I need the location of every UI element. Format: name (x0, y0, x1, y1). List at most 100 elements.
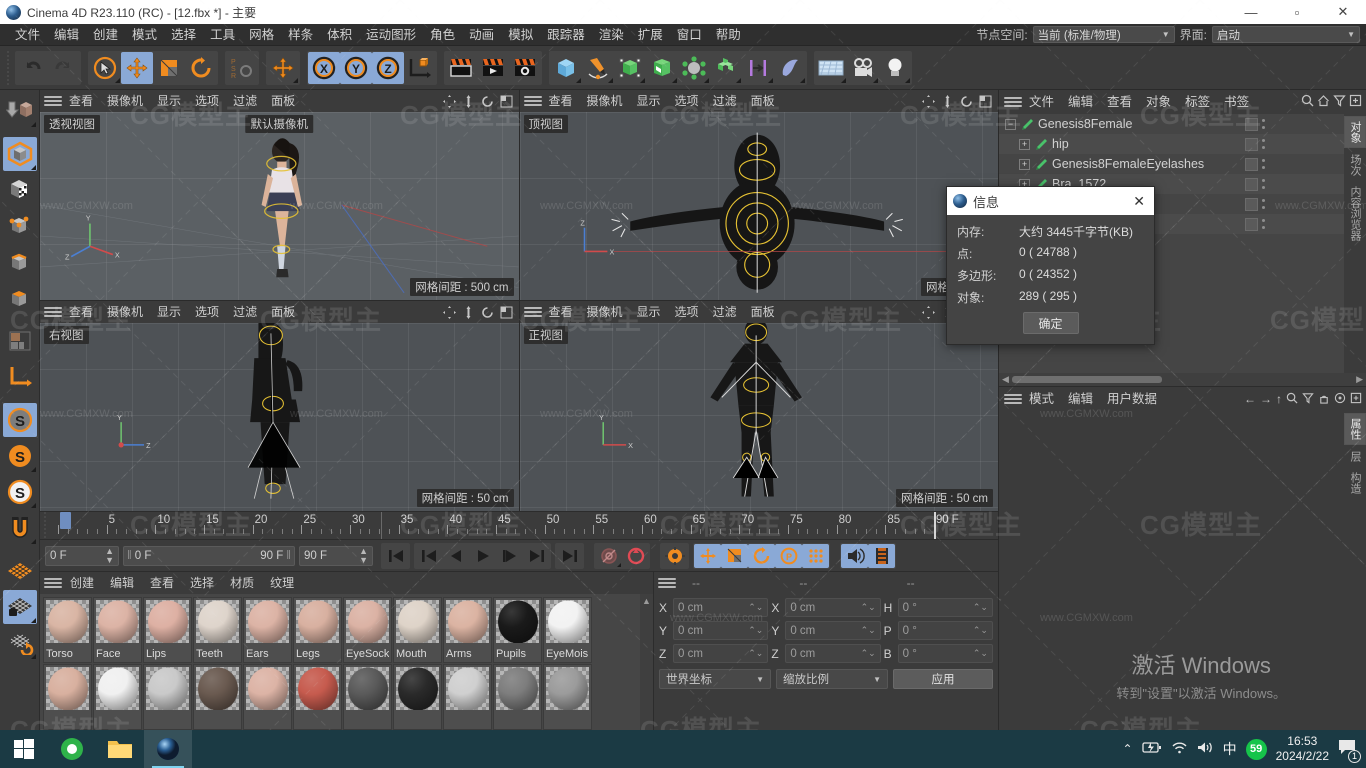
pan-icon[interactable] (441, 93, 458, 110)
key-rotation-button[interactable] (748, 543, 775, 568)
rotate-view-icon[interactable] (958, 93, 975, 110)
material-swatch[interactable] (243, 664, 292, 730)
object-tree-row[interactable]: + hip (999, 134, 1344, 154)
menu-animation[interactable]: 动画 (462, 24, 501, 46)
material-swatch[interactable] (43, 664, 92, 730)
menu-mesh[interactable]: 网格 (242, 24, 281, 46)
visibility-dots-icon[interactable] (1261, 177, 1265, 191)
mm-menu-texture[interactable]: 纹理 (262, 572, 302, 594)
scroll-left-icon[interactable]: ◀ (1002, 374, 1009, 385)
coordinate-system-select[interactable]: 世界坐标 ▼ (659, 669, 771, 689)
object-tree-row[interactable]: + Genesis8FemaleEyelashes (999, 154, 1344, 174)
menu-select[interactable]: 选择 (164, 24, 203, 46)
psr-button[interactable]: PSR (226, 52, 258, 84)
hscroll-thumb[interactable] (1011, 376, 1162, 383)
side-tab-objects[interactable]: 对象 (1344, 116, 1366, 148)
vp-menu-filter[interactable]: 过滤 (706, 301, 744, 323)
axis-mode-button[interactable] (3, 360, 37, 394)
om-menu-view[interactable]: 查看 (1100, 90, 1139, 114)
side-tab-content-browser[interactable]: 内容浏览器 (1345, 182, 1365, 245)
goto-prev-key-button[interactable] (415, 544, 442, 568)
workplane-button[interactable] (3, 554, 37, 588)
pos-x-field[interactable]: 0 cm ⌃⌄ (673, 598, 769, 617)
magnet-button[interactable] (3, 511, 37, 545)
material-swatch[interactable]: Teeth (193, 597, 242, 663)
polygon-mode-button[interactable] (3, 281, 37, 315)
home-icon[interactable] (1317, 94, 1330, 110)
target-icon[interactable] (1334, 392, 1346, 407)
goto-next-key-button[interactable] (523, 544, 550, 568)
object-manager-hscroll[interactable]: ◀ ▶ (999, 373, 1366, 386)
play-sound-button[interactable] (841, 543, 868, 568)
tree-expander-icon[interactable]: + (1019, 158, 1030, 170)
menu-spline[interactable]: 样条 (281, 24, 320, 46)
object-tree-row[interactable]: − Genesis8Female (999, 114, 1344, 134)
visibility-dots-icon[interactable] (1261, 197, 1265, 211)
back-arrow-icon[interactable]: ← (1244, 392, 1256, 406)
material-swatch[interactable]: EyeMois (543, 597, 592, 663)
undo-button[interactable] (16, 52, 48, 84)
filter-icon[interactable] (1302, 392, 1314, 407)
point-mode-button[interactable] (3, 209, 37, 243)
pan-icon[interactable] (920, 93, 937, 110)
stepper-icon[interactable]: ⌃⌄ (973, 625, 988, 636)
pos-y-field[interactable]: 0 cm ⌃⌄ (673, 621, 769, 640)
vp-menu-options[interactable]: 选项 (668, 301, 706, 323)
menu-create[interactable]: 创建 (86, 24, 125, 46)
add-layer-icon[interactable] (1349, 94, 1362, 110)
workplane-lock-button[interactable] (2, 590, 37, 624)
mm-menu-edit[interactable]: 编辑 (102, 572, 142, 594)
dolly-icon[interactable] (460, 93, 477, 110)
material-swatch[interactable] (443, 664, 492, 730)
tree-expander-icon[interactable]: + (1019, 138, 1030, 150)
y-axis-lock-button[interactable]: Y (340, 51, 372, 84)
stepper-icon[interactable]: ⌃⌄ (973, 602, 988, 613)
side-tab-structure[interactable]: 构造 (1345, 468, 1365, 498)
deformer-button[interactable] (678, 52, 710, 84)
close-button[interactable]: ✕ (1320, 0, 1366, 24)
vp-menu-options[interactable]: 选项 (188, 90, 226, 112)
current-frame-field[interactable]: 0 F ▲ ▼ (45, 545, 119, 566)
rot-p-field[interactable]: 0 ° ⌃⌄ (897, 621, 993, 640)
side-tab-layers[interactable]: 层 (1345, 447, 1365, 466)
size-z-field[interactable]: 0 cm ⌃⌄ (785, 644, 881, 663)
info-dialog-close-button[interactable]: ✕ (1130, 193, 1148, 210)
material-swatch[interactable]: Lips (143, 597, 192, 663)
visibility-dots-icon[interactable] (1261, 157, 1265, 171)
stepper-icon[interactable]: ⌃⌄ (973, 648, 988, 659)
vp-menu-camera[interactable]: 摄像机 (100, 90, 150, 112)
visibility-tag[interactable] (1245, 217, 1258, 231)
vp-menu-camera[interactable]: 摄像机 (580, 90, 630, 112)
vp-menu-panel[interactable]: 面板 (264, 301, 302, 323)
menu-file[interactable]: 文件 (8, 24, 47, 46)
menu-tracker[interactable]: 跟踪器 (540, 24, 592, 46)
object-tag-area[interactable] (1245, 217, 1265, 231)
record-keyframe-button[interactable] (622, 544, 649, 568)
material-swatch[interactable]: Mouth (393, 597, 442, 663)
camera-button[interactable] (847, 52, 879, 84)
material-swatch[interactable]: Face (93, 597, 142, 663)
end-frame-field[interactable]: 90 F ▲ ▼ (299, 545, 373, 566)
notification-center-icon[interactable]: 1 (1338, 739, 1361, 763)
menu-edit[interactable]: 编辑 (47, 24, 86, 46)
vp-menu-options[interactable]: 选项 (668, 90, 706, 112)
autokey-button[interactable] (595, 544, 622, 568)
hamburger-icon[interactable] (1004, 392, 1022, 406)
vp-menu-options[interactable]: 选项 (188, 301, 226, 323)
material-swatch[interactable]: EyeSock (343, 597, 392, 663)
mm-menu-create[interactable]: 创建 (62, 572, 102, 594)
preview-range-field[interactable]: ‖ 0 F 90 F ‖ (123, 545, 295, 566)
live-selection-tool-button[interactable] (89, 52, 121, 84)
stepper-icon[interactable]: ⌃⌄ (861, 625, 876, 636)
visibility-dots-icon[interactable] (1261, 117, 1265, 131)
toolbar-grip[interactable] (4, 50, 12, 85)
search-icon[interactable] (1301, 94, 1314, 110)
material-swatch[interactable] (343, 664, 392, 730)
z-axis-lock-button[interactable]: Z (372, 51, 404, 84)
material-swatch[interactable]: Torso (43, 597, 92, 663)
tree-expander-icon[interactable]: − (1005, 118, 1016, 130)
hamburger-icon[interactable] (44, 576, 62, 590)
vp-menu-display[interactable]: 显示 (630, 301, 668, 323)
uv-mode-button[interactable] (3, 324, 37, 358)
material-swatch[interactable] (93, 664, 142, 730)
